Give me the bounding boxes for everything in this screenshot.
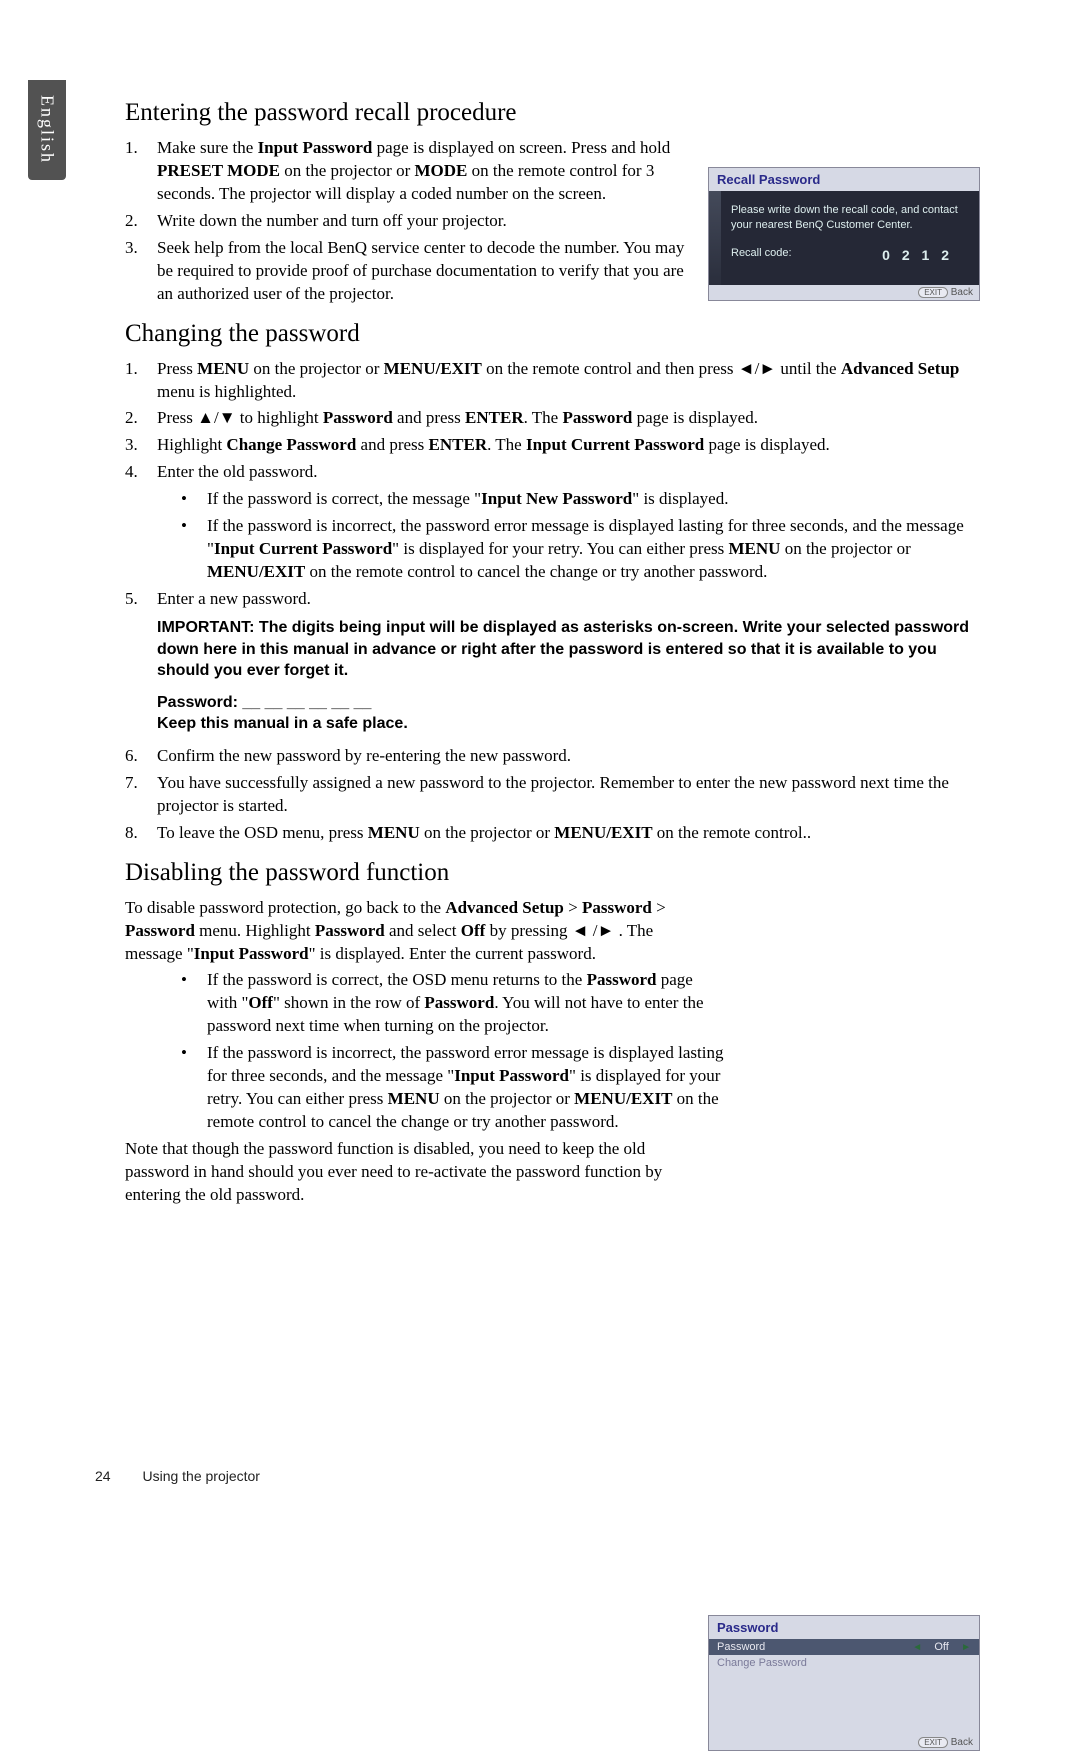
accent-bar — [709, 191, 721, 285]
blank-row — [709, 1687, 979, 1703]
change-substeps: If the password is correct, the message … — [157, 488, 980, 584]
recall-fig-message: Please write down the recall code, and c… — [731, 203, 965, 234]
blank-row — [709, 1719, 979, 1735]
disable-substeps: If the password is correct, the OSD menu… — [157, 969, 727, 1134]
heading-recall-procedure: Entering the password recall procedure — [125, 99, 980, 127]
password-blank-line: Password: __ __ __ __ __ __ — [125, 692, 980, 714]
back-label: Back — [951, 287, 973, 298]
left-arrow-icon: ◄ — [912, 1642, 922, 1653]
change-steps-cont: 5.Enter a new password. — [125, 588, 980, 611]
change-steps-cont2: 6.Confirm the new password by re-enterin… — [125, 745, 980, 845]
password-menu-figure: Password Password ◄ Off ► Change Passwor… — [708, 1615, 980, 1751]
keep-manual-note: Keep this manual in a safe place. — [125, 713, 980, 735]
page-footer: 24 Using the projector — [95, 1468, 260, 1484]
change-step-5: 5.Enter a new password. — [125, 588, 980, 611]
change-step-6: 6.Confirm the new password by re-enterin… — [125, 745, 980, 768]
password-fig-row-change: Change Password — [709, 1655, 979, 1671]
change-sub-2: If the password is incorrect, the passwo… — [157, 515, 980, 584]
blank-row — [709, 1703, 979, 1719]
recall-fig-title: Recall Password — [709, 168, 979, 191]
disable-sub-1: If the password is correct, the OSD menu… — [157, 969, 727, 1038]
recall-step-1: 1.Make sure the Input Password page is d… — [125, 137, 695, 206]
recall-code-value: 0 2 1 2 — [882, 246, 953, 266]
blank-row — [709, 1671, 979, 1687]
heading-changing-password: Changing the password — [125, 320, 980, 348]
disable-note: Note that though the password function i… — [125, 1138, 680, 1207]
recall-password-figure: Recall Password Please write down the re… — [708, 167, 980, 301]
heading-disabling-password: Disabling the password function — [125, 859, 980, 887]
change-step-7: 7.You have successfully assigned a new p… — [125, 772, 980, 818]
language-tab: English — [28, 80, 66, 180]
page-content: Entering the password recall procedure 1… — [125, 85, 980, 1211]
important-note: IMPORTANT: The digits being input will b… — [125, 617, 980, 682]
recall-step-3: 3.Seek help from the local BenQ service … — [125, 237, 695, 306]
disable-intro: To disable password protection, go back … — [125, 897, 680, 966]
change-step-8: 8.To leave the OSD menu, press MENU on t… — [125, 822, 980, 845]
recall-step-2: 2.Write down the number and turn off you… — [125, 210, 695, 233]
recall-fig-body: Please write down the recall code, and c… — [709, 191, 979, 285]
right-arrow-icon: ► — [961, 1642, 971, 1653]
exit-button-graphic: EXIT — [918, 1737, 948, 1748]
password-fig-footer: EXIT Back — [709, 1735, 979, 1750]
password-value: Off — [934, 1641, 948, 1653]
change-step-3: 3.Highlight Change Password and press EN… — [125, 434, 980, 457]
page-number: 24 — [95, 1468, 111, 1484]
password-fig-row-selected: Password ◄ Off ► — [709, 1639, 979, 1655]
recall-code-label: Recall code: — [731, 246, 792, 266]
password-label: Password — [717, 1641, 765, 1653]
disable-sub-2: If the password is incorrect, the passwo… — [157, 1042, 727, 1134]
password-fig-title: Password — [709, 1616, 979, 1639]
change-step-1: 1.Press MENU on the projector or MENU/EX… — [125, 358, 980, 404]
change-sub-1: If the password is correct, the message … — [157, 488, 980, 511]
chapter-title: Using the projector — [142, 1468, 260, 1484]
back-label: Back — [951, 1737, 973, 1748]
change-step-4: 4.Enter the old password. — [125, 461, 980, 484]
change-step-2: 2.Press ▲/▼ to highlight Password and pr… — [125, 407, 980, 430]
exit-button-graphic: EXIT — [918, 287, 948, 298]
recall-fig-footer: EXIT Back — [709, 285, 979, 300]
change-steps: 1.Press MENU on the projector or MENU/EX… — [125, 358, 980, 485]
